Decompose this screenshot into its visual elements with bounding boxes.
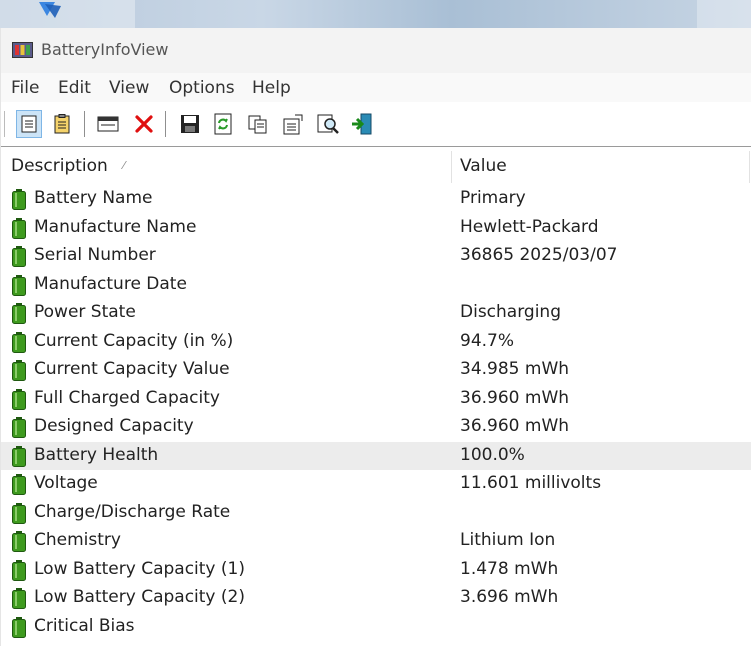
window-title: BatteryInfoView [41, 40, 169, 59]
refresh-icon[interactable] [210, 110, 236, 138]
list-row[interactable]: Chemistry Lithium Ion [1, 527, 751, 556]
recycle-bin-icon[interactable] [33, 0, 67, 20]
toolbar-grip[interactable] [4, 111, 8, 137]
row-description: Serial Number [34, 245, 156, 265]
column-resize-handle[interactable] [451, 151, 452, 183]
row-value: 1.478 mWh [460, 558, 559, 579]
menu-edit[interactable]: Edit [58, 78, 91, 98]
desktop-shortcut[interactable] [0, 0, 135, 28]
menu-view[interactable]: View [109, 78, 149, 98]
html-report-icon[interactable] [16, 110, 42, 138]
list-row[interactable]: Current Capacity (in %) 94.7% [1, 328, 751, 357]
row-value: Primary [460, 188, 526, 208]
battery-icon [12, 445, 26, 467]
list-row[interactable]: Full Charged Capacity 36.960 mWh [1, 385, 751, 414]
battery-icon [12, 246, 26, 267]
column-resize-handle[interactable] [749, 151, 750, 183]
row-description: Low Battery Capacity (1) [34, 558, 245, 579]
column-value[interactable]: Value [460, 147, 507, 185]
battery-icon [12, 616, 26, 638]
battery-icon [12, 588, 26, 609]
row-value: 3.696 mWh [460, 587, 559, 607]
row-description: Battery Health [34, 444, 159, 465]
toolbar-separator [165, 111, 166, 137]
menu-help[interactable]: Help [252, 78, 291, 98]
battery-icon [12, 502, 26, 524]
row-description: Full Charged Capacity [34, 387, 220, 408]
save-icon[interactable] [177, 110, 203, 138]
list-row[interactable]: Designed Capacity 36.960 mWh [1, 413, 751, 442]
battery-icon [12, 388, 26, 410]
list-row[interactable]: Charge/Discharge Rate [1, 499, 751, 528]
list-row[interactable]: Critical Bias [1, 613, 751, 642]
battery-icon [12, 303, 26, 324]
row-description: Power State [34, 302, 136, 322]
list-row[interactable]: Voltage 11.601 millivolts [1, 470, 751, 499]
battery-icon [12, 217, 26, 239]
row-description: Manufacture Date [34, 273, 187, 294]
battery-icon [12, 360, 26, 381]
menu-options[interactable]: Options [169, 78, 235, 98]
row-description: Critical Bias [34, 615, 135, 636]
delete-icon[interactable] [131, 110, 157, 138]
app-window: BatteryInfoView File Edit View Options H… [0, 28, 751, 646]
battery-icon [12, 274, 26, 296]
battery-icon [12, 474, 26, 495]
column-header: Description ⁄ Value [1, 147, 751, 185]
row-value: Discharging [460, 302, 561, 322]
row-description: Battery Name [34, 188, 153, 208]
row-description: Current Capacity Value [34, 359, 230, 379]
battery-icon [12, 331, 26, 353]
sort-ascending-icon: ⁄ [123, 159, 125, 172]
list-row[interactable]: Manufacture Name Hewlett-Packard [1, 214, 751, 243]
desktop-background [0, 0, 751, 28]
list-row[interactable]: Power State Discharging [1, 299, 751, 328]
list-row[interactable]: Battery Name Primary [1, 185, 751, 214]
copy-icon[interactable] [245, 110, 271, 138]
row-description: Chemistry [34, 530, 121, 550]
toolbar-separator [84, 111, 85, 137]
list-row[interactable]: Current Capacity Value 34.985 mWh [1, 356, 751, 385]
row-description: Voltage [34, 473, 98, 493]
column-description[interactable]: Description [11, 147, 108, 185]
row-description: Manufacture Name [34, 216, 197, 237]
row-value: 36.960 mWh [460, 416, 570, 436]
row-value: Hewlett-Packard [460, 216, 599, 237]
list-row[interactable]: Low Battery Capacity (2) 3.696 mWh [1, 584, 751, 613]
list-row[interactable]: Low Battery Capacity (1) 1.478 mWh [1, 556, 751, 585]
menu-file[interactable]: File [11, 78, 39, 98]
battery-icon [12, 189, 26, 210]
row-description: Low Battery Capacity (2) [34, 587, 245, 607]
desktop-shortcut[interactable] [697, 0, 751, 28]
row-description: Charge/Discharge Rate [34, 501, 231, 522]
row-description: Designed Capacity [34, 416, 194, 436]
battery-info-list: Battery Name Primary Manufacture Name Hewle… [1, 185, 751, 641]
app-icon [12, 42, 33, 58]
list-row[interactable]: Manufacture Date [1, 271, 751, 300]
properties-icon[interactable] [280, 110, 306, 138]
row-value: 94.7% [460, 330, 515, 351]
row-value: 34.985 mWh [460, 359, 570, 379]
list-row[interactable]: Battery Health 100.0% [1, 441, 751, 470]
row-value: Lithium Ion [460, 530, 556, 550]
find-icon[interactable] [315, 110, 341, 138]
battery-icon [12, 559, 26, 581]
title-bar[interactable]: BatteryInfoView [1, 28, 751, 73]
battery-icon [12, 531, 26, 552]
list-row[interactable]: Serial Number 36865 2025/03/07 [1, 242, 751, 271]
row-value: 11.601 millivolts [460, 473, 602, 493]
row-value: 100.0% [460, 444, 525, 465]
row-value: 36865 2025/03/07 [460, 245, 618, 265]
toolbar [1, 102, 751, 147]
row-value: 36.960 mWh [460, 387, 570, 408]
properties-list-icon[interactable] [49, 110, 75, 138]
window-icon[interactable] [95, 110, 121, 138]
battery-icon [12, 417, 26, 438]
menu-bar: File Edit View Options Help [1, 73, 751, 103]
row-description: Current Capacity (in %) [34, 330, 234, 351]
exit-icon[interactable] [349, 110, 375, 138]
